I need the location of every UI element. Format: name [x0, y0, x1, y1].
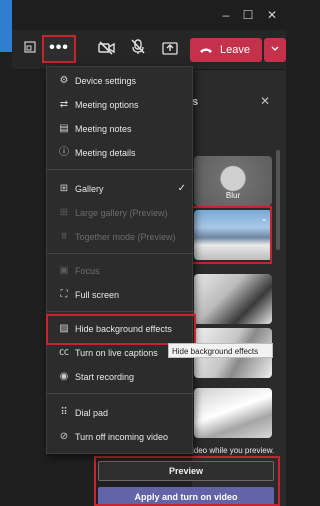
menu-item-label: Full screen	[75, 290, 120, 300]
action-buttons-highlight	[94, 456, 280, 506]
mic-off-icon[interactable]	[128, 39, 148, 61]
blur-label: Blur	[225, 191, 241, 200]
hide-background-effects-highlight	[46, 314, 196, 345]
menu-item-label: Device settings	[75, 76, 137, 86]
menu-item-label: Meeting options	[75, 100, 139, 110]
blur-background-option[interactable]: Blur	[194, 156, 272, 206]
dialpad-icon: ⠿	[60, 407, 68, 418]
meeting-toolbar: ••• Leave	[12, 30, 286, 70]
menu-item-label: Meeting notes	[75, 124, 132, 134]
large-gallery-icon: ⊞	[59, 207, 69, 218]
menu-divider	[47, 393, 194, 394]
menu-item-label: Focus	[75, 266, 100, 276]
captions-icon: ㏄	[59, 347, 69, 358]
together-mode-icon: ⩩	[61, 231, 67, 242]
menu-item-label: Large gallery (Preview)	[75, 208, 168, 218]
menu-item-meeting-details[interactable]: ⓘ Meeting details	[47, 143, 194, 163]
incoming-video-off-icon: ⊘	[59, 431, 69, 442]
notes-icon: ▤	[59, 123, 69, 134]
menu-item-label: Together mode (Preview)	[75, 232, 176, 242]
menu-item-start-recording[interactable]: ◉ Start recording	[47, 367, 194, 387]
menu-item-large-gallery: ⊞ Large gallery (Preview)	[47, 203, 194, 223]
hang-up-icon	[199, 38, 213, 62]
focus-icon: ▣	[59, 265, 69, 276]
menu-item-label: Turn on live captions	[75, 348, 158, 358]
leave-options-chevron-icon[interactable]	[264, 38, 286, 62]
menu-item-gallery[interactable]: ⊞ Gallery ✓	[47, 179, 194, 199]
close-window-icon[interactable]: ✕	[264, 7, 280, 23]
panel-scrollbar[interactable]	[276, 150, 280, 250]
record-icon: ◉	[59, 371, 69, 382]
menu-item-device-settings[interactable]: ⚙ Device settings	[47, 71, 194, 91]
more-actions-button[interactable]: •••	[42, 35, 76, 63]
menu-item-meeting-options[interactable]: ⇄ Meeting options	[47, 95, 194, 115]
share-screen-icon[interactable]	[22, 39, 38, 61]
sliders-icon: ⇄	[59, 99, 69, 110]
share-tray-icon[interactable]	[160, 39, 180, 61]
menu-divider	[47, 169, 194, 170]
minimize-icon[interactable]: –	[218, 7, 234, 23]
leave-button[interactable]: Leave	[190, 38, 262, 62]
preview-note: ideo while you preview.	[192, 446, 275, 455]
fullscreen-icon: ⛶	[60, 289, 68, 300]
camera-off-icon[interactable]	[96, 39, 118, 61]
more-dots-icon: •••	[49, 39, 69, 56]
room-background-option-1[interactable]	[194, 274, 272, 324]
menu-item-label: Dial pad	[75, 408, 109, 418]
menu-item-meeting-notes[interactable]: ▤ Meeting notes	[47, 119, 194, 139]
gallery-icon: ⊞	[59, 183, 69, 194]
leave-label: Leave	[220, 44, 250, 56]
tooltip: Hide background effects	[168, 343, 273, 358]
room-background-option-3[interactable]	[194, 388, 272, 438]
menu-item-label: Meeting details	[75, 148, 136, 158]
gear-icon: ⚙	[59, 75, 69, 86]
menu-item-dial-pad[interactable]: ⠿ Dial pad	[47, 403, 194, 423]
menu-item-turn-off-incoming-video[interactable]: ⊘ Turn off incoming video	[47, 427, 194, 447]
window-accent-strip	[0, 0, 12, 52]
title-bar: – ☐ ✕	[12, 0, 286, 30]
menu-divider	[47, 253, 194, 254]
more-actions-menu: ⚙ Device settings ⇄ Meeting options ▤ Me…	[46, 66, 194, 454]
menu-item-together-mode: ⩩ Together mode (Preview)	[47, 227, 194, 247]
selected-background-highlight	[190, 206, 272, 264]
close-panel-icon[interactable]: ✕	[260, 94, 270, 108]
background-settings-panel: s ✕ Blur ⌄ ideo while you preview.	[192, 70, 286, 506]
menu-item-label: Turn off incoming video	[75, 432, 169, 442]
checkmark-icon: ✓	[177, 183, 186, 194]
maximize-icon[interactable]: ☐	[240, 7, 256, 23]
menu-item-label: Gallery	[75, 184, 104, 194]
menu-item-full-screen[interactable]: ⛶ Full screen	[47, 285, 194, 305]
menu-item-label: Start recording	[75, 372, 135, 382]
info-icon: ⓘ	[59, 147, 69, 158]
menu-divider	[47, 311, 194, 312]
menu-item-focus: ▣ Focus	[47, 261, 194, 281]
